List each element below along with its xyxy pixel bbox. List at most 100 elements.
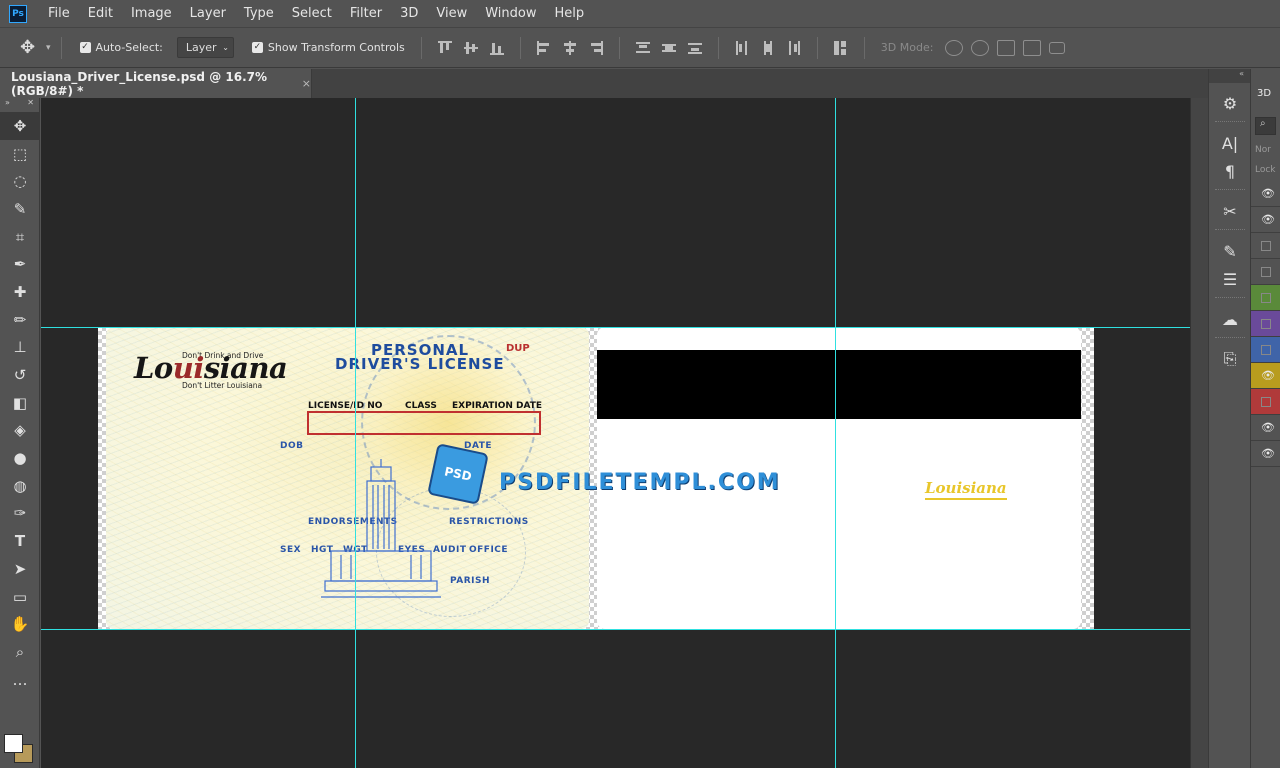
auto-align-layers-icon[interactable]	[833, 40, 848, 55]
layer-row[interactable]	[1251, 389, 1280, 415]
eraser-tool-icon[interactable]: ◧	[0, 389, 40, 417]
menu-help[interactable]: Help	[546, 6, 594, 21]
history-brush-tool-icon[interactable]: ↺	[0, 361, 40, 389]
visibility-toggle[interactable]	[1261, 396, 1271, 407]
move-tool-icon[interactable]: ✥	[0, 112, 40, 140]
eye-icon[interactable]: 👁	[1261, 187, 1275, 200]
tool-presets-icon[interactable]: ✂	[1209, 197, 1251, 225]
eye-icon[interactable]: 👁	[1261, 369, 1275, 382]
menu-3d[interactable]: 3D	[391, 6, 427, 21]
layer-row[interactable]: 👁	[1251, 363, 1280, 389]
guide-vertical[interactable]	[355, 98, 356, 768]
lasso-tool-icon[interactable]: ◌	[0, 167, 40, 195]
align-bottom-icon[interactable]	[489, 41, 504, 55]
orbit-3d-icon[interactable]	[945, 39, 964, 56]
color-swatches[interactable]	[4, 734, 36, 766]
blur-tool-icon[interactable]: ●	[0, 444, 40, 472]
distribute-right-icon[interactable]	[787, 40, 801, 55]
healing-brush-tool-icon[interactable]: ✚	[0, 278, 40, 306]
menu-layer[interactable]: Layer	[181, 6, 235, 21]
checkbox-checked-icon[interactable]: ✓	[251, 42, 263, 53]
layer-row[interactable]: 👁	[1251, 415, 1280, 441]
menu-window[interactable]: Window	[476, 6, 545, 21]
eye-icon[interactable]: 👁	[1261, 447, 1275, 460]
close-icon[interactable]: ×	[302, 77, 311, 90]
more-tools-icon[interactable]: …	[0, 666, 40, 694]
visibility-toggle[interactable]	[1261, 266, 1271, 277]
document-tab[interactable]: Lousiana_Driver_License.psd @ 16.7% (RGB…	[0, 69, 312, 98]
chevron-down-icon[interactable]: ▾	[46, 43, 51, 53]
pen-tool-icon[interactable]: ✑	[0, 500, 40, 528]
layer-filter-search[interactable]: ⌕	[1255, 117, 1276, 135]
checkbox-checked-icon[interactable]: ✓	[79, 42, 91, 53]
adjustments-panel-icon[interactable]: ☰	[1209, 265, 1251, 293]
pan-3d-icon[interactable]	[997, 39, 1016, 56]
marquee-tool-icon[interactable]: ⬚	[0, 140, 40, 168]
align-horizontal-center-icon[interactable]	[563, 40, 577, 55]
auto-select-checkbox[interactable]: ✓ Auto-Select:	[79, 41, 163, 54]
eyedropper-tool-icon[interactable]: ✒	[0, 250, 40, 278]
visibility-toggle[interactable]	[1261, 344, 1271, 355]
menu-image[interactable]: Image	[122, 6, 181, 21]
brush-tool-icon[interactable]: ✏	[0, 306, 40, 334]
dodge-tool-icon[interactable]: ◍	[0, 472, 40, 500]
layer-row[interactable]: 👁	[1251, 181, 1280, 207]
eye-icon[interactable]: 👁	[1261, 213, 1275, 226]
layer-row[interactable]	[1251, 311, 1280, 337]
hand-tool-icon[interactable]: ✋	[0, 610, 40, 638]
photoshop-logo-icon[interactable]: Ps	[9, 4, 27, 23]
tools-panel-header[interactable]: » ✕	[0, 98, 39, 112]
distribute-top-icon[interactable]	[635, 41, 650, 55]
paragraph-panel-icon[interactable]: ¶	[1209, 157, 1251, 185]
foreground-color-swatch[interactable]	[4, 734, 23, 753]
libraries-panel-icon[interactable]: ☁	[1209, 305, 1251, 333]
guide-horizontal[interactable]	[41, 327, 1190, 328]
visibility-toggle[interactable]	[1261, 240, 1271, 251]
scale-3d-icon[interactable]	[1049, 41, 1066, 54]
guide-vertical[interactable]	[835, 98, 836, 768]
collapse-icon[interactable]: »	[5, 98, 10, 112]
move-tool-icon[interactable]: ✥	[20, 37, 42, 58]
layer-row[interactable]	[1251, 233, 1280, 259]
type-tool-icon[interactable]: T	[0, 527, 40, 555]
align-right-icon[interactable]	[589, 40, 603, 55]
blend-mode-dropdown[interactable]: Nor	[1255, 145, 1280, 155]
path-selection-tool-icon[interactable]: ➤	[0, 555, 40, 583]
layer-row[interactable]	[1251, 285, 1280, 311]
layer-row[interactable]: 👁	[1251, 207, 1280, 233]
menu-select[interactable]: Select	[283, 6, 341, 21]
distribute-vertical-center-icon[interactable]	[661, 41, 676, 55]
distribute-bottom-icon[interactable]	[687, 41, 702, 55]
auto-select-dropdown[interactable]: Layer ⌄	[176, 37, 234, 58]
roll-3d-icon[interactable]	[971, 39, 990, 56]
distribute-horizontal-center-icon[interactable]	[761, 40, 775, 55]
menu-filter[interactable]: Filter	[341, 6, 391, 21]
crop-tool-icon[interactable]: ⌗	[0, 223, 40, 251]
menu-type[interactable]: Type	[235, 6, 283, 21]
character-panel-icon[interactable]: A|	[1209, 129, 1251, 157]
align-vertical-center-icon[interactable]	[463, 41, 478, 55]
close-icon[interactable]: ✕	[27, 98, 34, 112]
canvas-area[interactable]: Don't Drink and Drive Louisiana Don't Li…	[41, 98, 1190, 768]
slide-3d-icon[interactable]	[1023, 39, 1042, 56]
properties-panel-icon[interactable]: ⚙	[1209, 89, 1251, 117]
align-top-icon[interactable]	[437, 40, 452, 55]
layer-row[interactable]	[1251, 259, 1280, 285]
eye-icon[interactable]: 👁	[1261, 421, 1275, 434]
zoom-tool-icon[interactable]: ⌕	[0, 638, 40, 666]
clone-stamp-tool-icon[interactable]: ⊥	[0, 334, 40, 362]
quick-selection-tool-icon[interactable]: ✎	[0, 195, 40, 223]
layer-row[interactable]	[1251, 337, 1280, 363]
rectangle-tool-icon[interactable]: ▭	[0, 583, 40, 611]
brushes-panel-icon[interactable]: ✎	[1209, 237, 1251, 265]
menu-edit[interactable]: Edit	[79, 6, 122, 21]
collapse-panels-icon[interactable]: «	[1209, 69, 1250, 83]
show-transform-checkbox[interactable]: ✓ Show Transform Controls	[251, 41, 405, 54]
vertical-scrollbar[interactable]	[1190, 98, 1208, 768]
history-panel-icon[interactable]: ⎘	[1209, 345, 1251, 373]
align-left-icon[interactable]	[536, 40, 551, 55]
distribute-left-icon[interactable]	[735, 40, 749, 55]
paint-bucket-tool-icon[interactable]: ◈	[0, 417, 40, 445]
tab-3d[interactable]: 3D	[1251, 83, 1280, 105]
guide-horizontal[interactable]	[41, 629, 1190, 630]
